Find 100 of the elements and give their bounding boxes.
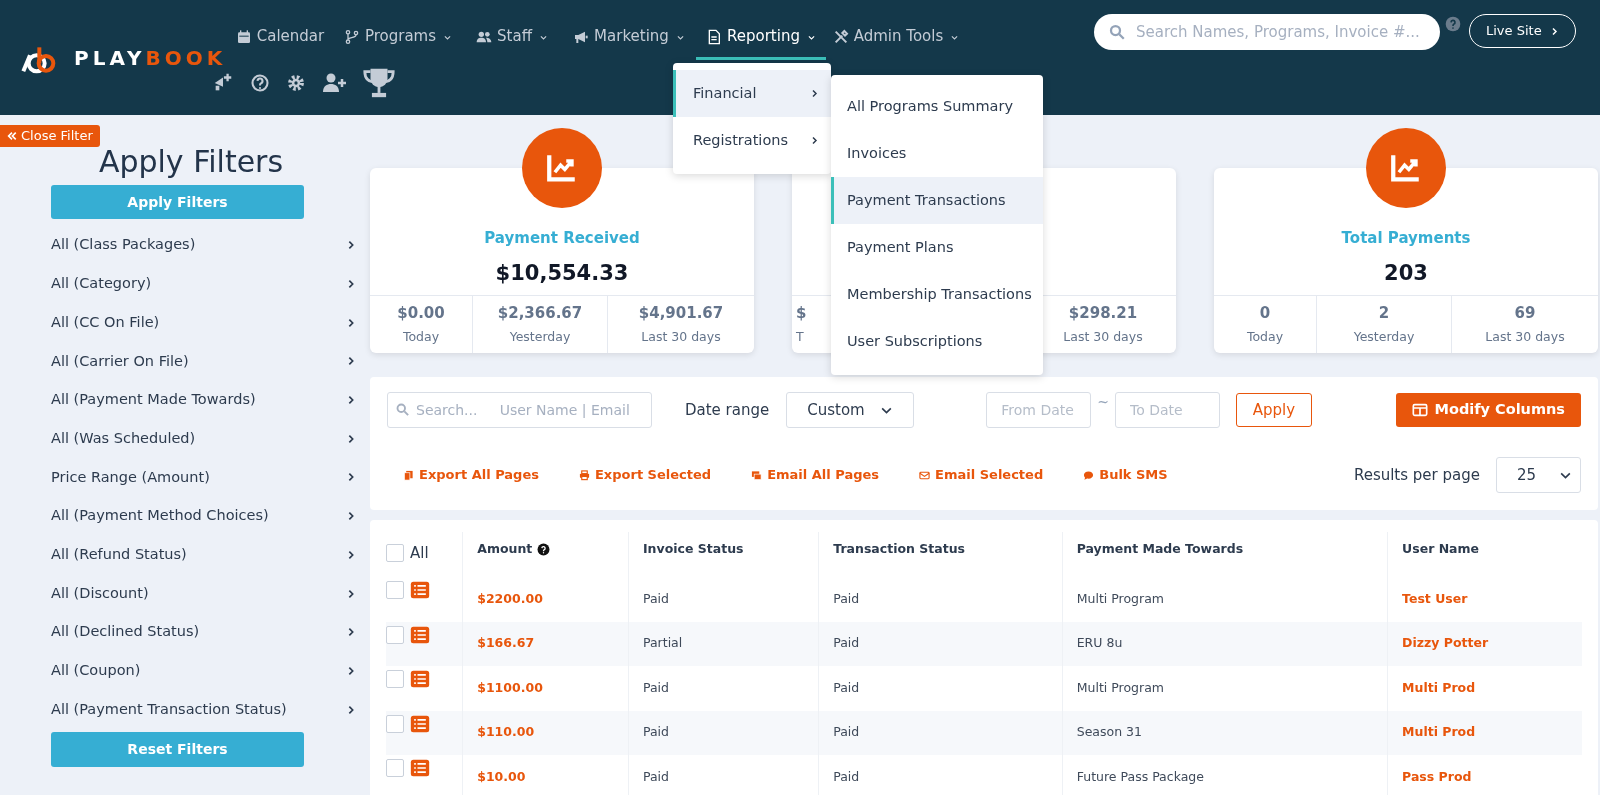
action-link[interactable]: Email Selected [919, 465, 1044, 485]
table-cell: Partial [628, 621, 819, 666]
menu-item[interactable]: Financial [673, 70, 831, 117]
action-link[interactable]: Email All Pages [751, 465, 880, 485]
to-date-field[interactable]: To Date [1115, 392, 1220, 428]
menu-item[interactable]: Registrations [673, 117, 831, 164]
nav-link[interactable]: Admin Tools [826, 16, 966, 60]
stat-label: Yesterday [1353, 328, 1415, 347]
caret-icon [538, 33, 548, 42]
stat-value: $ [796, 302, 807, 324]
menu-item[interactable]: All Programs Summary [831, 83, 1043, 130]
logo-text: PLAY BOOK [74, 45, 227, 72]
action-link[interactable]: Export All Pages [403, 465, 539, 485]
chevron-right-icon [346, 665, 356, 676]
amount-link[interactable]: $10.00 [462, 755, 629, 795]
table-cell: Season 31 [1062, 710, 1388, 755]
filter-dropdown[interactable]: All (Category) [51, 264, 356, 304]
chevron-right-icon [346, 279, 356, 290]
action-link[interactable]: Export Selected [578, 465, 712, 485]
from-date-field[interactable]: From Date [986, 392, 1092, 428]
chevron-right-icon [346, 511, 356, 522]
nav-link[interactable]: Reporting [696, 16, 826, 60]
table-cell: Paid [818, 621, 1063, 666]
checkbox[interactable] [386, 759, 404, 777]
filter-dropdown[interactable]: All (Was Scheduled) [51, 419, 356, 459]
menu-item[interactable]: Payment Plans [831, 224, 1043, 271]
stat-label: Last 30 days [1485, 328, 1565, 347]
user-name-link[interactable]: Multi Prod [1387, 666, 1582, 711]
nav-link[interactable]: Calendar [226, 16, 334, 60]
table-cell: Paid [628, 577, 819, 622]
nav-link[interactable]: Marketing [562, 16, 696, 60]
apply-button[interactable]: Apply [1236, 393, 1312, 427]
caret-icon [675, 33, 685, 42]
modify-columns-button[interactable]: Modify Columns [1396, 393, 1581, 427]
search-field[interactable]: Search Names, Programs, Invoice #... [1094, 14, 1440, 50]
filter-dropdown[interactable]: All (Discount) [51, 574, 356, 613]
stat-label: Last 30 days [641, 328, 721, 347]
stat-label: Last 30 days [1063, 328, 1143, 347]
checkbox[interactable] [386, 625, 404, 644]
settings-icon[interactable] [286, 73, 306, 93]
stat-value: $0.00 [397, 302, 445, 324]
chevron-right-icon [346, 433, 356, 444]
column-header[interactable]: User Name [1402, 540, 1480, 559]
checkbox[interactable] [386, 714, 404, 733]
search-field[interactable]: Search... User Name | Email [387, 392, 652, 428]
menu-item[interactable]: Payment Transactions [831, 177, 1043, 224]
close-filter-button[interactable]: Close Filter [0, 125, 100, 147]
stat-value: 2 [1378, 302, 1390, 324]
amount-link[interactable]: $1100.00 [462, 666, 629, 711]
filter-dropdown[interactable]: All (Class Packages) [51, 226, 356, 265]
filter-dropdown[interactable]: All (Declined Status) [51, 612, 356, 652]
printer-icon [578, 469, 590, 481]
column-header[interactable]: Amount [477, 540, 533, 559]
nav-link[interactable]: Staff [462, 16, 562, 60]
stat-label: Today [1246, 328, 1284, 347]
user-plus-icon[interactable] [322, 71, 346, 95]
column-header[interactable]: Payment Made Towards [1076, 540, 1244, 559]
nav-link[interactable]: Programs [334, 16, 462, 60]
stat-label: Yesterday [509, 328, 571, 347]
table-cell: Paid [818, 666, 1063, 711]
column-header[interactable]: Invoice Status [642, 540, 744, 559]
double-chevron-left-icon [7, 131, 17, 141]
table-cell: Paid [628, 710, 819, 755]
help-icon[interactable] [250, 73, 270, 93]
user-name-link[interactable]: Pass Prod [1387, 755, 1582, 795]
filter-dropdown[interactable]: All (Payment Made Towards) [51, 380, 356, 420]
filter-dropdown[interactable]: All (CC On File) [51, 303, 356, 343]
stat-label: Today [402, 328, 440, 347]
stat-value: $4,901.67 [638, 302, 724, 324]
filter-dropdown[interactable]: All (Payment Transaction Status) [51, 690, 356, 729]
menu-item[interactable]: Membership Transactions [831, 271, 1043, 318]
table-cell: Paid [628, 755, 819, 795]
help-icon [537, 542, 551, 556]
branch-icon [343, 28, 360, 45]
checkbox[interactable] [386, 543, 404, 562]
table-cell: Future Pass Package [1062, 755, 1388, 795]
menu-item[interactable]: User Subscriptions [831, 318, 1043, 365]
card-value: 203 [1384, 259, 1428, 287]
filter-dropdown[interactable]: All (Carrier On File) [51, 342, 356, 381]
search-icon [395, 402, 410, 417]
trophy-icon[interactable] [362, 66, 396, 100]
menu-item[interactable]: Invoices [831, 130, 1043, 177]
filter-dropdown[interactable]: All (Payment Method Choices) [51, 496, 356, 536]
filter-dropdown[interactable]: All (Refund Status) [51, 535, 356, 575]
date-range-dropdown[interactable]: Custom [786, 392, 915, 428]
table-cell: Paid [818, 710, 1063, 755]
action-link[interactable]: Bulk SMS [1083, 465, 1168, 485]
amount-link[interactable]: $2200.00 [462, 577, 629, 622]
filter-dropdown[interactable]: All (Coupon) [51, 651, 356, 691]
user-name-link[interactable]: Test User [1387, 577, 1582, 622]
stat-value: $298.21 [1068, 302, 1138, 324]
results-per-page-dropdown[interactable]: 25 [1496, 457, 1581, 493]
checkbox[interactable] [386, 670, 404, 688]
tools-icon [832, 28, 849, 45]
column-header[interactable]: Transaction Status [833, 540, 965, 559]
filter-dropdown[interactable]: Price Range (Amount) [51, 458, 356, 497]
table-cell: Multi Program [1062, 577, 1388, 622]
checkbox[interactable] [386, 581, 404, 599]
date-range-label: Date range [685, 399, 770, 421]
list-icon [410, 713, 430, 734]
